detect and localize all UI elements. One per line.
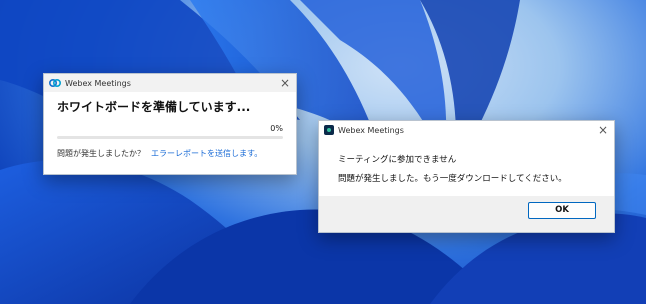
progress-bar	[57, 136, 283, 139]
error-dialog-footer: OK	[319, 196, 614, 232]
whiteboard-progress-dialog: Webex Meetings × ホワイトボードを準備しています... 0% 問…	[43, 73, 297, 175]
error-message-primary: ミーティングに参加できません	[338, 155, 457, 165]
close-icon[interactable]: ×	[280, 76, 290, 90]
error-dialog: Webex Meetings × ミーティングに参加できません 問題が発生しまし…	[318, 120, 615, 233]
webex-logo-icon	[49, 79, 61, 87]
send-error-report-link[interactable]: エラーレポートを送信します。	[151, 149, 262, 158]
error-dialog-titlebar[interactable]: Webex Meetings ×	[319, 121, 614, 139]
progress-heading: ホワイトボードを準備しています...	[57, 100, 251, 114]
webex-app-icon	[324, 125, 334, 135]
progress-dialog-title: Webex Meetings	[65, 78, 131, 88]
error-dialog-body: ミーティングに参加できません 問題が発生しました。もう一度ダウンロードしてくださ…	[319, 139, 614, 196]
close-icon[interactable]: ×	[598, 123, 608, 137]
progress-dialog-titlebar[interactable]: Webex Meetings ×	[44, 74, 296, 92]
progress-percent: 0%	[270, 124, 283, 133]
progress-footer: 問題が発生しましたか？ エラーレポートを送信します。	[57, 148, 262, 159]
problem-question-text: 問題が発生しましたか？	[57, 149, 145, 158]
ok-button[interactable]: OK	[528, 202, 596, 219]
error-dialog-title: Webex Meetings	[338, 125, 404, 135]
error-message-secondary: 問題が発生しました。もう一度ダウンロードしてください。	[338, 174, 567, 184]
